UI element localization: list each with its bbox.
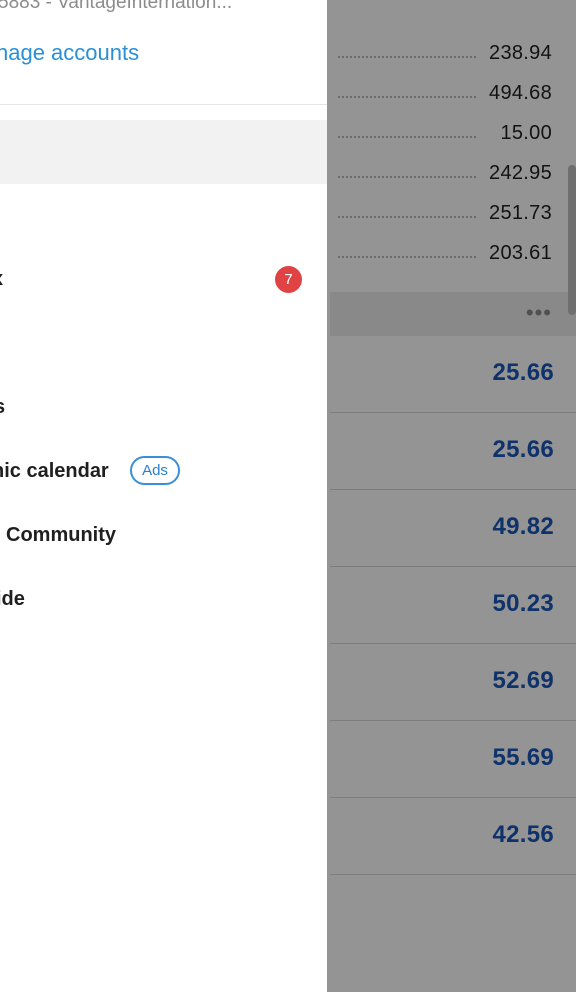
screen: 238.94 494.68 15.00 242.95 251.73 203.61… <box>0 0 576 992</box>
menu-item-user-guide[interactable]: ide <box>0 580 327 620</box>
menu-item-label: ide <box>0 588 25 610</box>
divider <box>0 104 327 105</box>
menu-item-community[interactable]: Community <box>0 516 327 556</box>
account-id-text: 5883 - VantageInternation... <box>0 0 233 13</box>
menu-item-label: nic calendar <box>0 460 109 482</box>
menu-item-news[interactable]: s <box>0 388 327 428</box>
menu-item-label: Community <box>6 524 116 546</box>
menu-item-label: s <box>0 396 5 419</box>
menu-item-label: x <box>0 268 3 291</box>
ads-badge: Ads <box>130 456 180 485</box>
unread-count-badge: 7 <box>275 266 302 293</box>
selected-menu-item[interactable] <box>0 120 327 184</box>
manage-accounts-link[interactable]: nage accounts <box>0 40 139 66</box>
navigation-drawer: 5883 - VantageInternation... nage accoun… <box>0 0 327 992</box>
